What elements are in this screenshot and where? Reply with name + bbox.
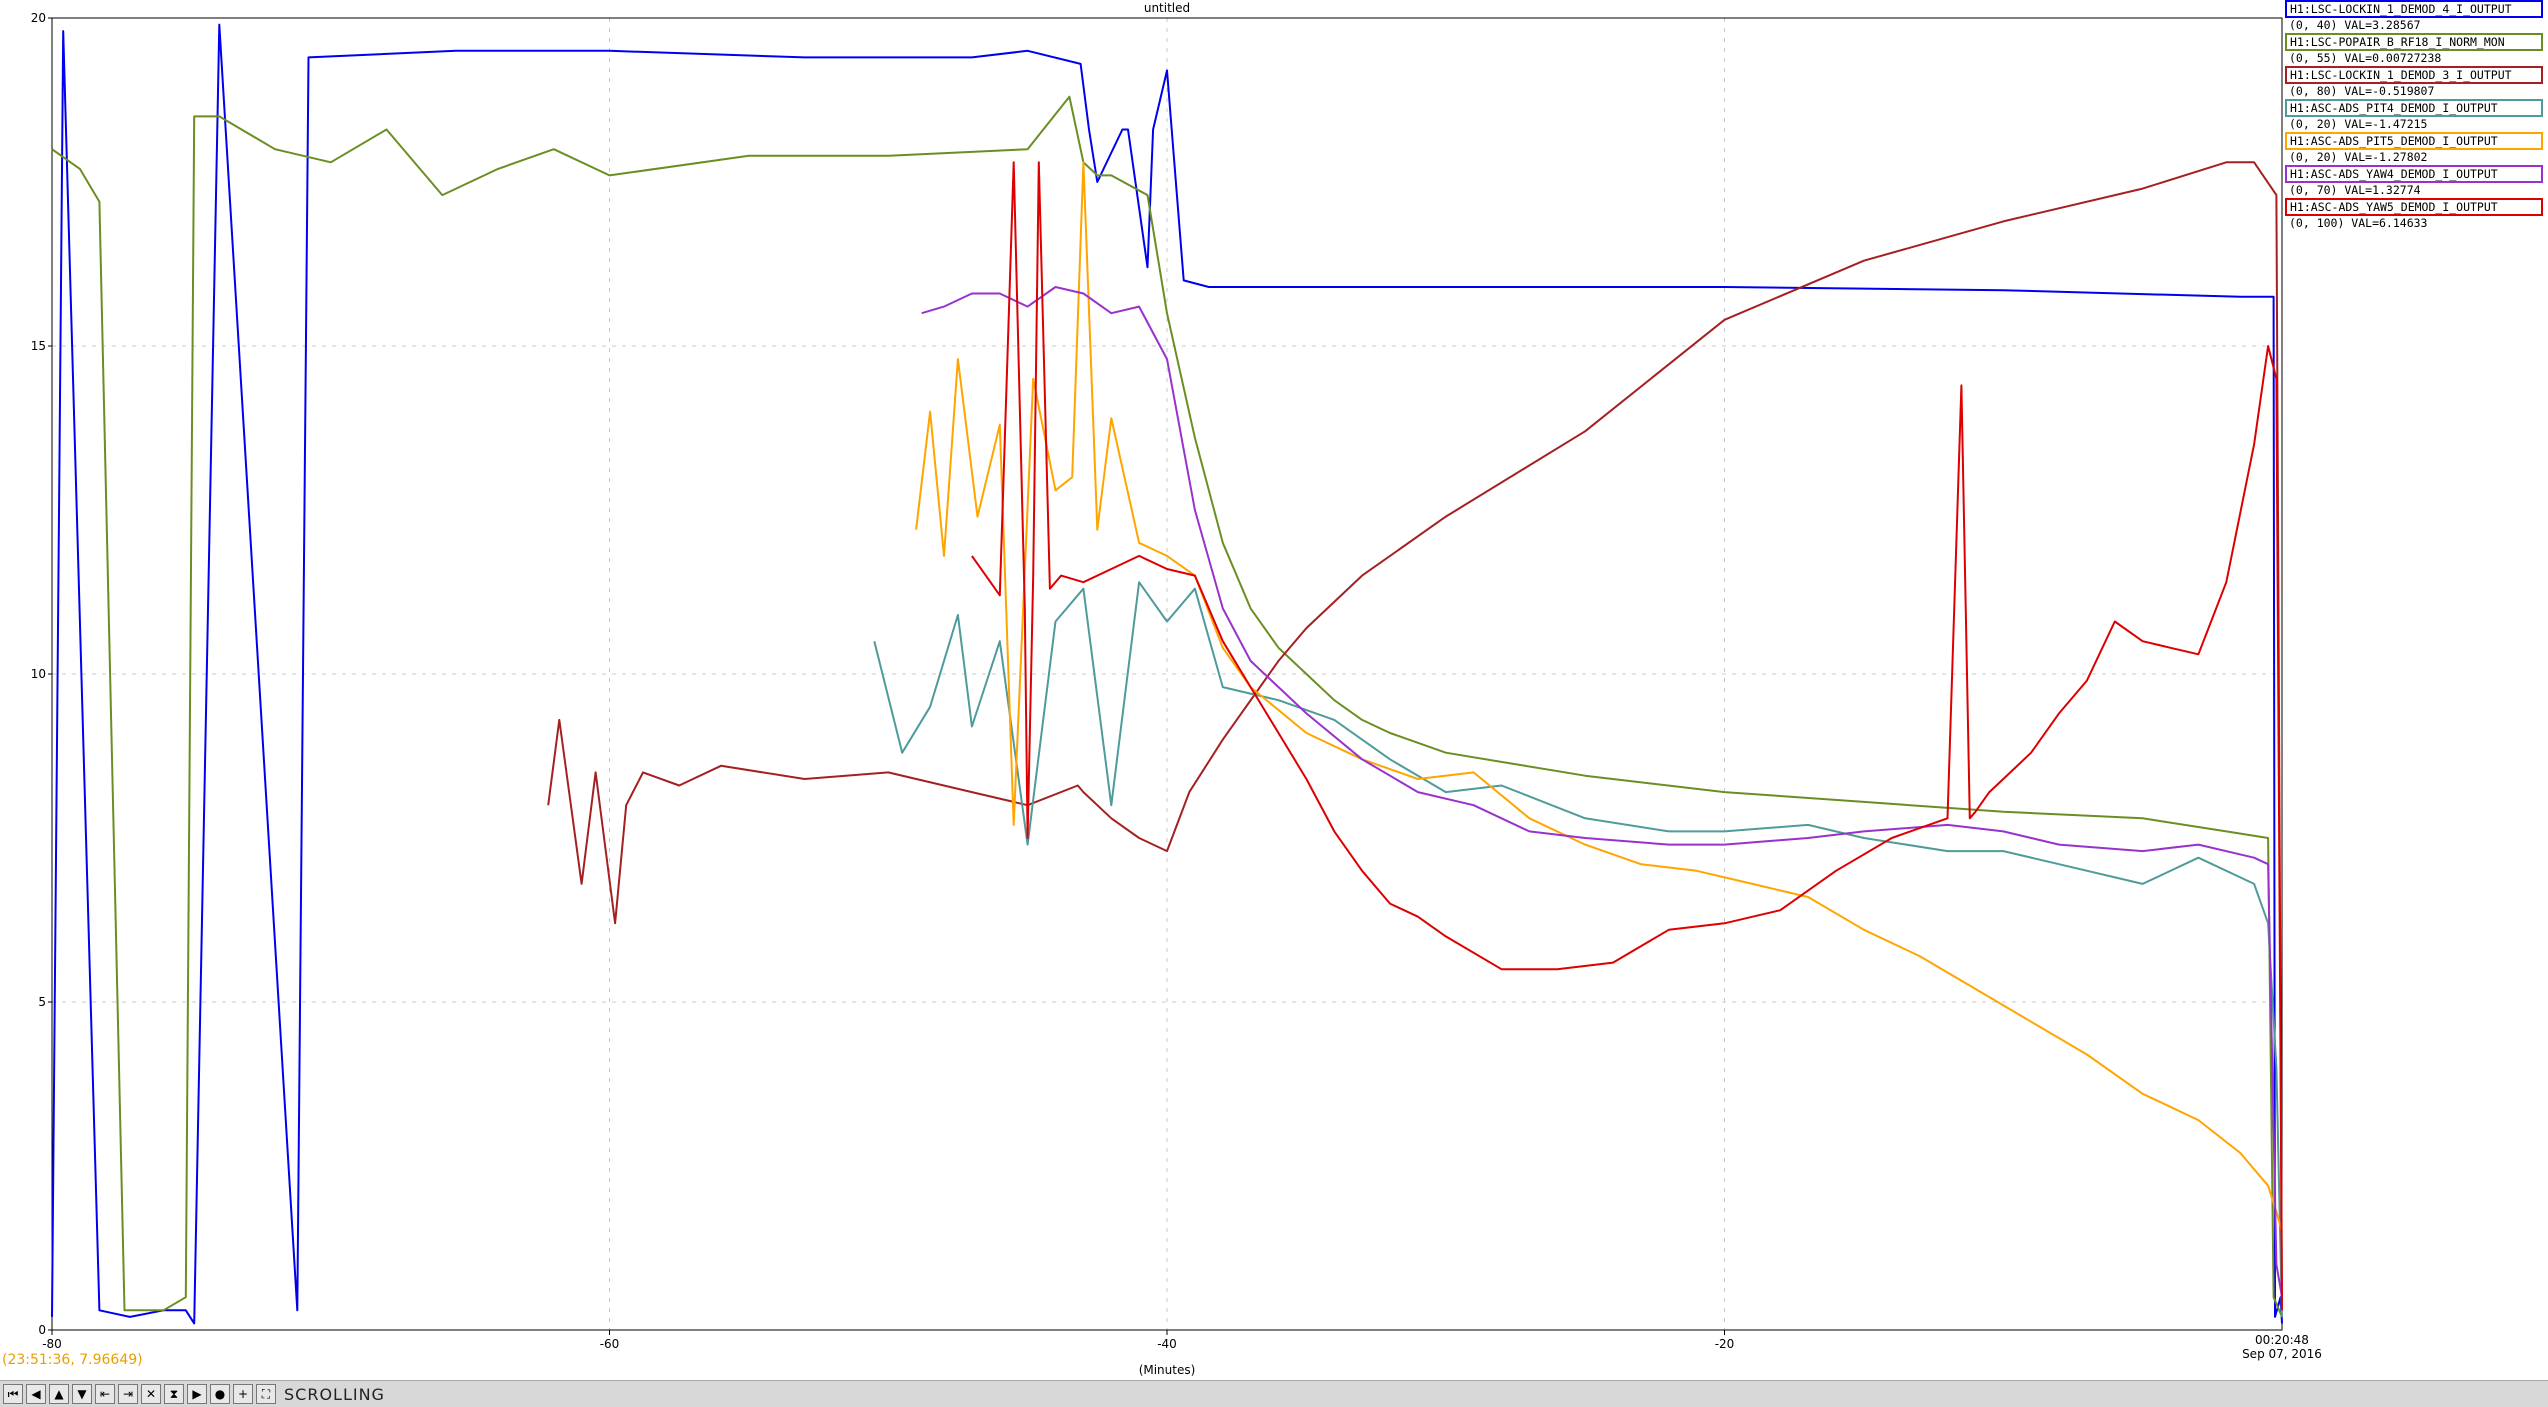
- legend-entry[interactable]: H1:ASC-ADS_YAW5_DEMOD_I_OUTPUT (0, 100) V…: [2285, 198, 2543, 231]
- step-back-icon[interactable]: ◀: [26, 1384, 46, 1404]
- zoom-fit-icon[interactable]: ⛶: [256, 1384, 276, 1404]
- legend-series-value: (0, 20) VAL=-1.47215: [2289, 117, 2428, 131]
- legend-series-value: (0, 100) VAL=6.14633: [2289, 216, 2428, 230]
- toolbar: ⏮ ◀ ▲ ▼ ⇤ ⇥ ✕ ⧗ ▶ ● + ⛶ SCROLLING: [0, 1380, 2548, 1407]
- legend-series-name: H1:LSC-POPAIR_B_RF18_I_NORM_MON: [2285, 33, 2543, 51]
- dataviewer-window: untitled 0 5 10 15 20 -80 -60 -40 -20 00:20:48 Sep …: [0, 0, 2548, 1407]
- x-end-label: Sep 07, 2016: [2242, 1347, 2322, 1361]
- x-axis-label: (Minutes): [1139, 1363, 1196, 1377]
- legend-series-name: H1:ASC-ADS_PIT5_DEMOD_I_OUTPUT: [2285, 132, 2543, 150]
- legend-series-name: H1:LSC-LOCKIN_1_DEMOD_4_I_OUTPUT: [2285, 0, 2543, 18]
- legend-entry[interactable]: H1:ASC-ADS_YAW4_DEMOD_I_OUTPUT (0, 70) VA…: [2285, 165, 2543, 198]
- series-line-6: [921, 286, 2283, 1298]
- y-tick-label: 20: [31, 11, 46, 25]
- legend: H1:LSC-LOCKIN_1_DEMOD_4_I_OUTPUT (0, 40) …: [2285, 0, 2543, 231]
- end-icon[interactable]: ⇥: [118, 1384, 138, 1404]
- series-line-3: [547, 161, 2283, 1311]
- series-line-4: [873, 581, 2283, 1317]
- x-tick-label: -60: [600, 1337, 620, 1351]
- circle-icon[interactable]: ●: [210, 1384, 230, 1404]
- y-tick-label: 0: [38, 1323, 46, 1337]
- legend-entry[interactable]: H1:LSC-LOCKIN_1_DEMOD_4_I_OUTPUT (0, 40) …: [2285, 0, 2543, 33]
- up-icon[interactable]: ▲: [49, 1384, 69, 1404]
- chart-title: untitled: [1144, 1, 1190, 15]
- x-tick-label: -40: [1157, 1337, 1177, 1351]
- legend-series-name: H1:ASC-ADS_PIT4_DEMOD_I_OUTPUT: [2285, 99, 2543, 117]
- start-icon[interactable]: ⇤: [95, 1384, 115, 1404]
- y-tick-label: 10: [31, 667, 46, 681]
- legend-series-name: H1:ASC-ADS_YAW5_DEMOD_I_OUTPUT: [2285, 198, 2543, 216]
- legend-series-value: (0, 20) VAL=-1.27802: [2289, 150, 2428, 164]
- legend-series-value: (0, 55) VAL=0.00727238: [2289, 51, 2442, 65]
- y-tick-label: 5: [38, 995, 46, 1009]
- series-line-5: [915, 161, 2283, 1232]
- legend-series-name: H1:ASC-ADS_YAW4_DEMOD_I_OUTPUT: [2285, 165, 2543, 183]
- down-icon[interactable]: ▼: [72, 1384, 92, 1404]
- legend-series-value: (0, 80) VAL=-0.519807: [2289, 84, 2435, 98]
- pause-icon[interactable]: ▶: [187, 1384, 207, 1404]
- plot-frame: [51, 17, 2283, 1331]
- zoom-x-icon[interactable]: ✕: [141, 1384, 161, 1404]
- cursor-readout: (23:51:36, 7.96649): [2, 1352, 143, 1368]
- add-icon[interactable]: +: [233, 1384, 253, 1404]
- x-tick-label: -80: [42, 1337, 62, 1351]
- legend-series-value: (0, 70) VAL=1.32774: [2289, 183, 2421, 197]
- x-tick-label: -20: [1715, 1337, 1735, 1351]
- legend-entry[interactable]: H1:ASC-ADS_PIT5_DEMOD_I_OUTPUT (0, 20) VA…: [2285, 132, 2543, 165]
- series-line-7: [971, 161, 2283, 1311]
- legend-entry[interactable]: H1:ASC-ADS_PIT4_DEMOD_I_OUTPUT (0, 20) VA…: [2285, 99, 2543, 132]
- mode-label: SCROLLING: [284, 1384, 385, 1404]
- legend-entry[interactable]: H1:LSC-POPAIR_B_RF18_I_NORM_MON (0, 55) V…: [2285, 33, 2543, 66]
- plot-area[interactable]: untitled 0 5 10 15 20 -80 -60 -40 -20 00:20:48Sep …: [0, 0, 2548, 1380]
- skip-back-icon[interactable]: ⏮: [3, 1384, 23, 1404]
- y-tick-label: 15: [31, 339, 46, 353]
- legend-series-value: (0, 40) VAL=3.28567: [2289, 18, 2421, 32]
- hourglass-icon[interactable]: ⧗: [164, 1384, 184, 1404]
- legend-entry[interactable]: H1:LSC-LOCKIN_1_DEMOD_3_I_OUTPUT (0, 80) …: [2285, 66, 2543, 99]
- legend-series-name: H1:LSC-LOCKIN_1_DEMOD_3_I_OUTPUT: [2285, 66, 2543, 84]
- x-end-label: 00:20:48: [2255, 1333, 2309, 1347]
